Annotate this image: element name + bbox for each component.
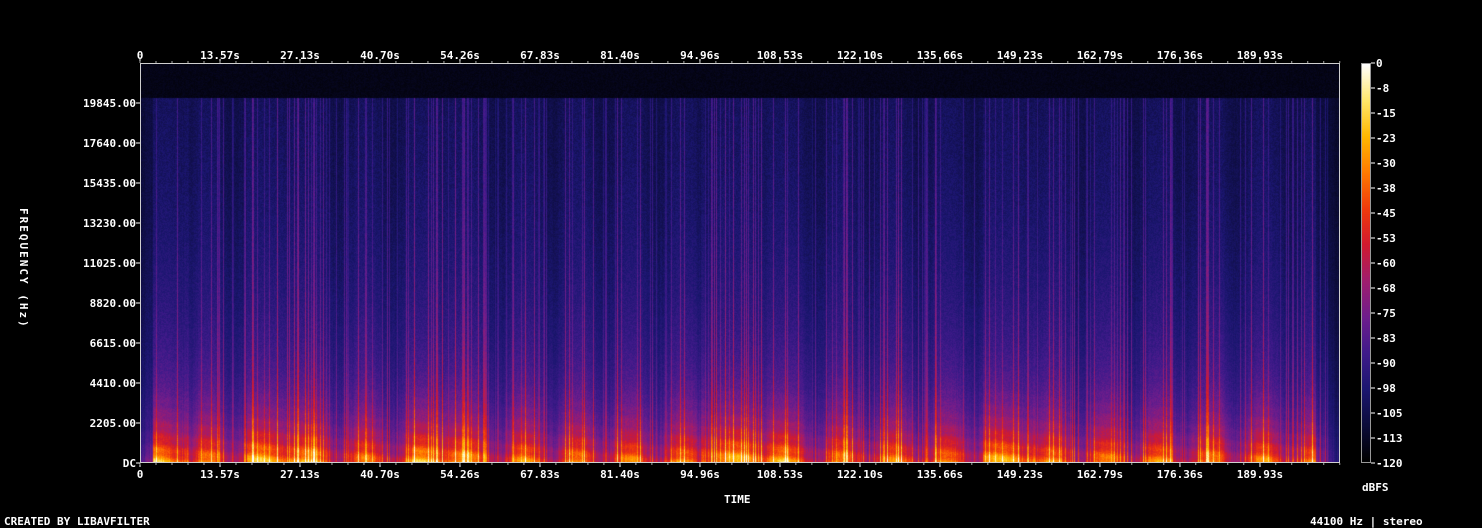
x-tick-label-top: 108.53s <box>757 49 803 62</box>
colorbar-unit-label: dBFS <box>1362 481 1389 494</box>
x-tick-label-top: 81.40s <box>600 49 640 62</box>
colorbar-tick-label: 0 <box>1376 57 1383 70</box>
x-tick-label-bottom: 54.26s <box>440 468 480 481</box>
x-tick-label-top: 13.57s <box>200 49 240 62</box>
x-tick-label-top: 27.13s <box>280 49 320 62</box>
colorbar-tick-label: -30 <box>1376 157 1396 170</box>
y-tick-label: 17640.00 <box>83 137 136 150</box>
y-tick-label: 15435.00 <box>83 177 136 190</box>
colorbar-tick-label: -45 <box>1376 207 1396 220</box>
y-tick-label: 8820.00 <box>90 297 136 310</box>
y-tick-label: 19845.00 <box>83 97 136 110</box>
x-tick-label-bottom: 27.13s <box>280 468 320 481</box>
colorbar-tick-label: -98 <box>1376 382 1396 395</box>
x-tick-label-top: 149.23s <box>997 49 1043 62</box>
spectrogram-plot <box>140 63 1340 463</box>
credit-text: CREATED BY LIBAVFILTER <box>4 515 150 528</box>
x-tick-label-top: 189.93s <box>1237 49 1283 62</box>
colorbar-tick-label: -68 <box>1376 282 1396 295</box>
y-tick-label: 2205.00 <box>90 417 136 430</box>
colorbar-tick-label: -38 <box>1376 182 1396 195</box>
x-tick-label-bottom: 81.40s <box>600 468 640 481</box>
x-tick-label-bottom: 176.36s <box>1157 468 1203 481</box>
colorbar-tick-label: -90 <box>1376 357 1396 370</box>
x-tick-label-bottom: 149.23s <box>997 468 1043 481</box>
x-tick-label-top: 67.83s <box>520 49 560 62</box>
colorbar-tick-label: -8 <box>1376 82 1389 95</box>
x-tick-label-top: 162.79s <box>1077 49 1123 62</box>
x-tick-label-top: 94.96s <box>680 49 720 62</box>
x-tick-label-bottom: 94.96s <box>680 468 720 481</box>
y-axis-label: FREQUENCY (Hz) <box>17 208 30 329</box>
colorbar <box>1361 63 1371 463</box>
y-tick-label: 13230.00 <box>83 217 136 230</box>
x-tick-label-bottom: 0 <box>137 468 144 481</box>
colorbar-tick-label: -23 <box>1376 132 1396 145</box>
colorbar-tick-label: -105 <box>1376 407 1403 420</box>
x-tick-label-top: 0 <box>137 49 144 62</box>
x-tick-label-bottom: 135.66s <box>917 468 963 481</box>
colorbar-tick-label: -83 <box>1376 332 1396 345</box>
x-tick-label-bottom: 40.70s <box>360 468 400 481</box>
colorbar-tick-label: -53 <box>1376 232 1396 245</box>
y-tick-label: 4410.00 <box>90 377 136 390</box>
x-tick-label-bottom: 162.79s <box>1077 468 1123 481</box>
x-tick-label-bottom: 122.10s <box>837 468 883 481</box>
x-tick-label-top: 122.10s <box>837 49 883 62</box>
colorbar-tick-label: -113 <box>1376 432 1403 445</box>
y-tick-label: 11025.00 <box>83 257 136 270</box>
colorbar-tick-label: -15 <box>1376 107 1396 120</box>
x-tick-label-top: 54.26s <box>440 49 480 62</box>
colorbar-tick-label: -120 <box>1376 457 1403 470</box>
x-tick-label-bottom: 67.83s <box>520 468 560 481</box>
audio-info-text: 44100 Hz | stereo <box>1310 515 1423 528</box>
x-tick-label-bottom: 13.57s <box>200 468 240 481</box>
colorbar-tick-label: -75 <box>1376 307 1396 320</box>
spectrogram-heatmap <box>141 64 1339 462</box>
y-tick-label: 6615.00 <box>90 337 136 350</box>
x-axis-label: TIME <box>724 493 751 506</box>
x-tick-label-top: 135.66s <box>917 49 963 62</box>
x-tick-label-top: 176.36s <box>1157 49 1203 62</box>
x-tick-label-top: 40.70s <box>360 49 400 62</box>
x-tick-label-bottom: 189.93s <box>1237 468 1283 481</box>
x-tick-label-bottom: 108.53s <box>757 468 803 481</box>
y-tick-label: DC <box>123 457 136 470</box>
colorbar-tick-label: -60 <box>1376 257 1396 270</box>
